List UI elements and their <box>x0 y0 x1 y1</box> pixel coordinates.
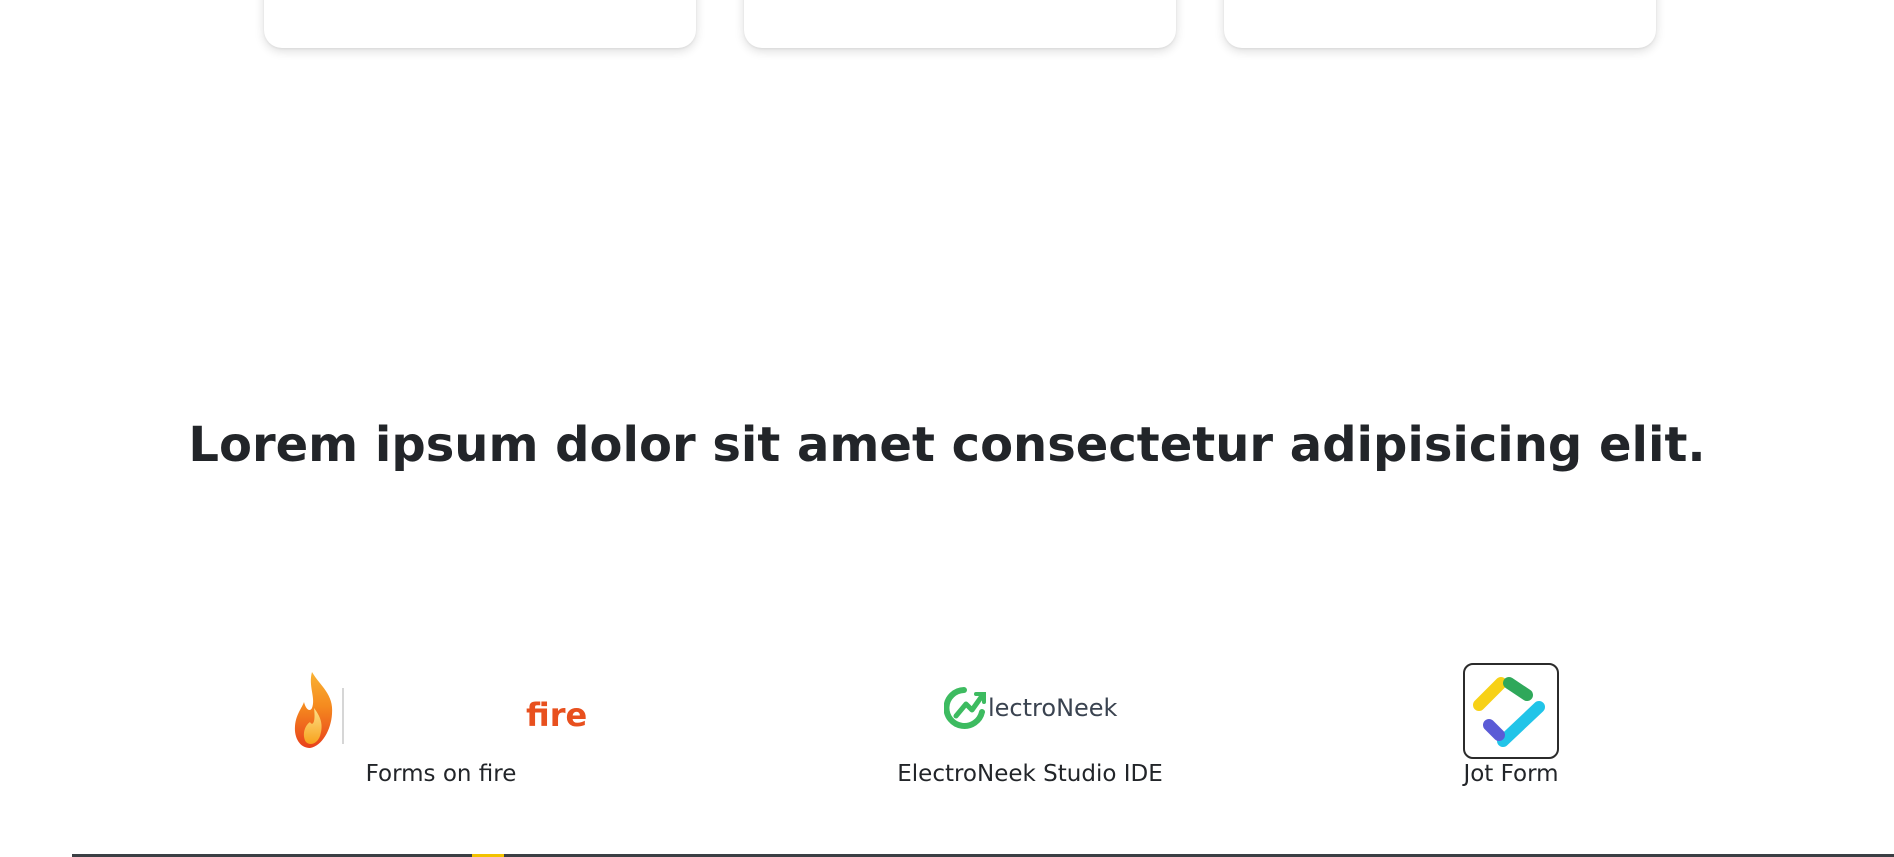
section-headline: Lorem ipsum dolor sit amet consectetur a… <box>188 417 1706 473</box>
feature-card <box>264 0 696 48</box>
electroneek-logo[interactable]: lectroNeek <box>944 686 1120 732</box>
forms-on-fire-logo[interactable]: fire <box>290 668 590 752</box>
electroneek-logo-text: lectroNeek <box>988 694 1118 722</box>
page: Lorem ipsum dolor sit amet consectetur a… <box>0 0 1894 857</box>
feature-card <box>744 0 1176 48</box>
electroneek-logo-icon <box>944 687 986 729</box>
partner-name: Forms on fire <box>365 761 517 787</box>
jotform-logo-icon <box>1463 663 1559 759</box>
partner-name: ElectroNeek Studio IDE <box>897 761 1163 787</box>
partner-name: Jot Form <box>1463 761 1559 787</box>
feature-card <box>1224 0 1656 48</box>
forms-on-fire-logo-text: fire <box>526 696 588 734</box>
jotform-logo[interactable] <box>1463 663 1559 759</box>
